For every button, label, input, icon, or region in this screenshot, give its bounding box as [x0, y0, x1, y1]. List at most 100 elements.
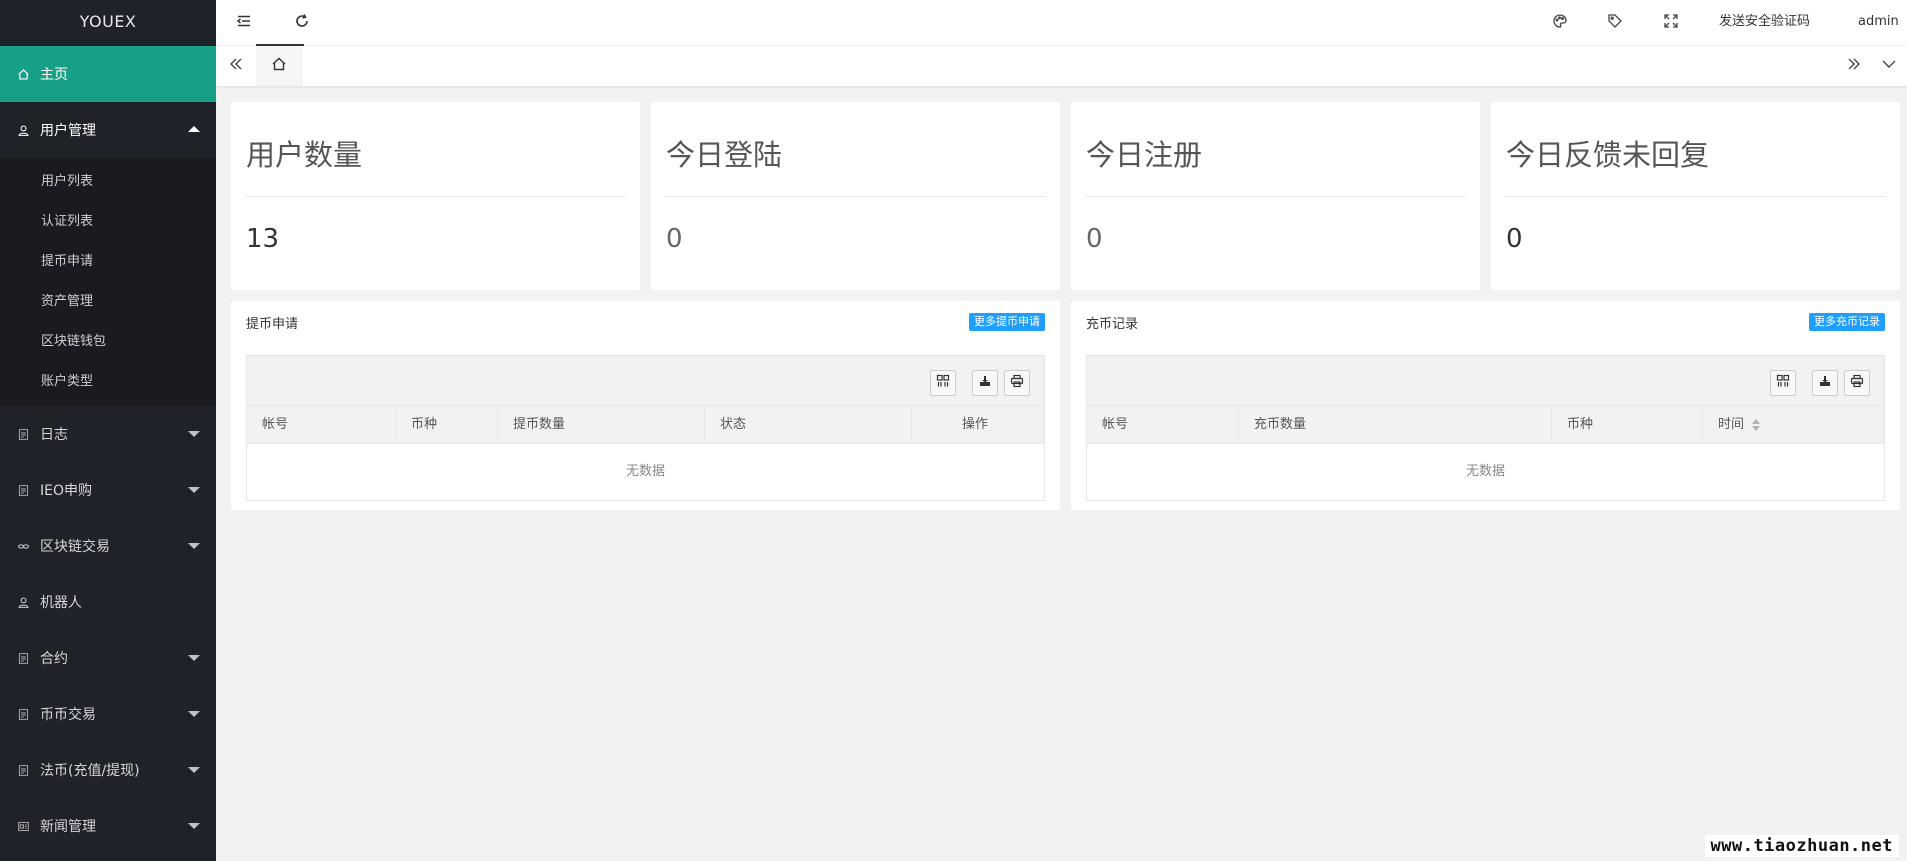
recharge-table: 帐号 充币数量 币种 时间 无数据	[1086, 355, 1885, 501]
sidebar-item-label: 法币(充值/提现)	[40, 763, 140, 779]
chevron-down-icon	[188, 823, 200, 829]
sort-icon[interactable]	[1752, 418, 1761, 432]
user-management-submenu: 用户列表 认证列表 提币申请 资产管理 区块链钱包 账户类型	[0, 158, 216, 406]
print-button[interactable]	[1844, 370, 1870, 396]
sidebar-item-label: 合约	[40, 651, 68, 667]
more-recharge-records-button[interactable]: 更多充币记录	[1809, 313, 1885, 331]
tab-home[interactable]	[256, 46, 302, 86]
chevron-down-icon	[1881, 56, 1897, 76]
column-header-coin: 币种	[1552, 406, 1703, 444]
column-header-account: 帐号	[1087, 406, 1239, 444]
admin-user-menu[interactable]: admin	[1858, 0, 1907, 68]
stat-card-user-count: 用户数量 13	[231, 102, 640, 290]
column-header-time[interactable]: 时间	[1703, 406, 1884, 444]
tab-bar	[216, 46, 1907, 87]
sidebar-item-label: 机器人	[40, 595, 82, 611]
columns-filter-button[interactable]	[930, 370, 956, 396]
user-icon	[16, 595, 30, 609]
stat-card-unreplied-feedback: 今日反馈未回复 0	[1491, 102, 1900, 290]
table-header: 帐号 充币数量 币种 时间	[1087, 406, 1884, 444]
chevron-down-icon	[188, 711, 200, 717]
panel-title: 充币记录	[1086, 317, 1139, 332]
sidebar-item-coin-trade[interactable]: 币币交易	[0, 686, 216, 742]
more-withdraw-requests-button[interactable]: 更多提币申请	[969, 313, 1045, 331]
column-header-label: 时间	[1718, 417, 1745, 432]
column-header-amount: 提币数量	[498, 406, 705, 444]
sidebar-item-robot[interactable]: 机器人	[0, 574, 216, 630]
toggle-sidebar-button[interactable]	[236, 0, 252, 46]
sidebar-item-label: 用户管理	[40, 123, 96, 139]
theme-button[interactable]	[1551, 0, 1569, 46]
submenu-item-blockchain-wallet[interactable]: 区块链钱包	[0, 322, 216, 362]
home-icon	[271, 56, 287, 76]
submenu-item-verification-list[interactable]: 认证列表	[0, 202, 216, 242]
document-icon	[16, 707, 30, 721]
send-security-code-link[interactable]: 发送安全验证码	[1719, 0, 1810, 46]
sidebar-item-logs[interactable]: 日志	[0, 406, 216, 462]
sidebar-item-label: 区块链交易	[40, 539, 110, 555]
sidebar-item-label: 主页	[40, 67, 68, 83]
column-header-coin: 币种	[396, 406, 498, 444]
column-header-actions: 操作	[962, 417, 989, 432]
sidebar-item-home[interactable]: 主页	[0, 46, 216, 102]
sidebar-item-fiat[interactable]: 法币(充值/提现)	[0, 742, 216, 798]
stat-title: 用户数量	[246, 138, 363, 172]
stat-value: 13	[246, 224, 280, 254]
divider	[666, 196, 1045, 197]
print-button[interactable]	[1004, 370, 1030, 396]
app-logo[interactable]: YOUEX	[0, 0, 216, 46]
fullscreen-button[interactable]	[1662, 0, 1680, 46]
tag-icon	[1607, 13, 1623, 33]
empty-state-text: 无数据	[1087, 444, 1884, 500]
sidebar-item-blockchain-trade[interactable]: 区块链交易	[0, 518, 216, 574]
stat-title: 今日登陆	[666, 138, 783, 172]
divider	[1086, 196, 1465, 197]
document-icon	[16, 763, 30, 777]
home-icon	[16, 67, 30, 81]
chevron-down-icon	[188, 543, 200, 549]
document-icon	[16, 427, 30, 441]
chevron-down-icon	[188, 767, 200, 773]
chevron-down-icon	[188, 655, 200, 661]
sidebar-item-label: 币币交易	[40, 707, 96, 723]
double-chevron-left-icon	[228, 56, 244, 76]
document-icon	[16, 483, 30, 497]
tag-button[interactable]	[1606, 0, 1624, 46]
chevron-up-icon	[188, 126, 200, 132]
sidebar-item-user-management[interactable]: 用户管理	[0, 102, 216, 158]
stat-value: 0	[1506, 224, 1523, 254]
submenu-item-withdraw-requests[interactable]: 提币申请	[0, 242, 216, 282]
refresh-button[interactable]	[294, 0, 310, 46]
columns-filter-button[interactable]	[1770, 370, 1796, 396]
document-icon	[16, 651, 30, 665]
printer-icon	[1850, 374, 1864, 392]
submenu-item-account-types[interactable]: 账户类型	[0, 362, 216, 402]
column-header-status: 状态	[705, 406, 912, 444]
refresh-icon	[294, 13, 310, 33]
submenu-item-asset-management[interactable]: 资产管理	[0, 282, 216, 322]
export-icon	[978, 374, 992, 392]
submenu-item-user-list[interactable]: 用户列表	[0, 162, 216, 202]
chevron-down-icon	[188, 431, 200, 437]
sidebar-item-ieo[interactable]: IEO申购	[0, 462, 216, 518]
sidebar-item-label: 新闻管理	[40, 819, 96, 835]
export-button[interactable]	[1812, 370, 1838, 396]
table-header: 帐号 币种 提币数量 状态 操作	[247, 406, 1044, 444]
export-button[interactable]	[972, 370, 998, 396]
tab-scroll-left-button[interactable]	[216, 46, 256, 86]
tab-scroll-right-button[interactable]	[1834, 46, 1874, 86]
column-header-account: 帐号	[247, 406, 396, 444]
sidebar-item-news[interactable]: 新闻管理	[0, 798, 216, 854]
divider	[1506, 196, 1885, 197]
columns-icon	[936, 374, 950, 392]
palette-icon	[1552, 13, 1568, 33]
withdraw-table: 帐号 币种 提币数量 状态 操作 无数据	[246, 355, 1045, 501]
sidebar-item-label: 日志	[40, 427, 68, 443]
user-icon	[16, 123, 30, 137]
export-icon	[1818, 374, 1832, 392]
tab-options-button[interactable]	[1871, 46, 1907, 86]
columns-icon	[1776, 374, 1790, 392]
sidebar-item-contract[interactable]: 合约	[0, 630, 216, 686]
panel-title: 提币申请	[246, 317, 299, 332]
table-toolbar	[247, 356, 1044, 406]
